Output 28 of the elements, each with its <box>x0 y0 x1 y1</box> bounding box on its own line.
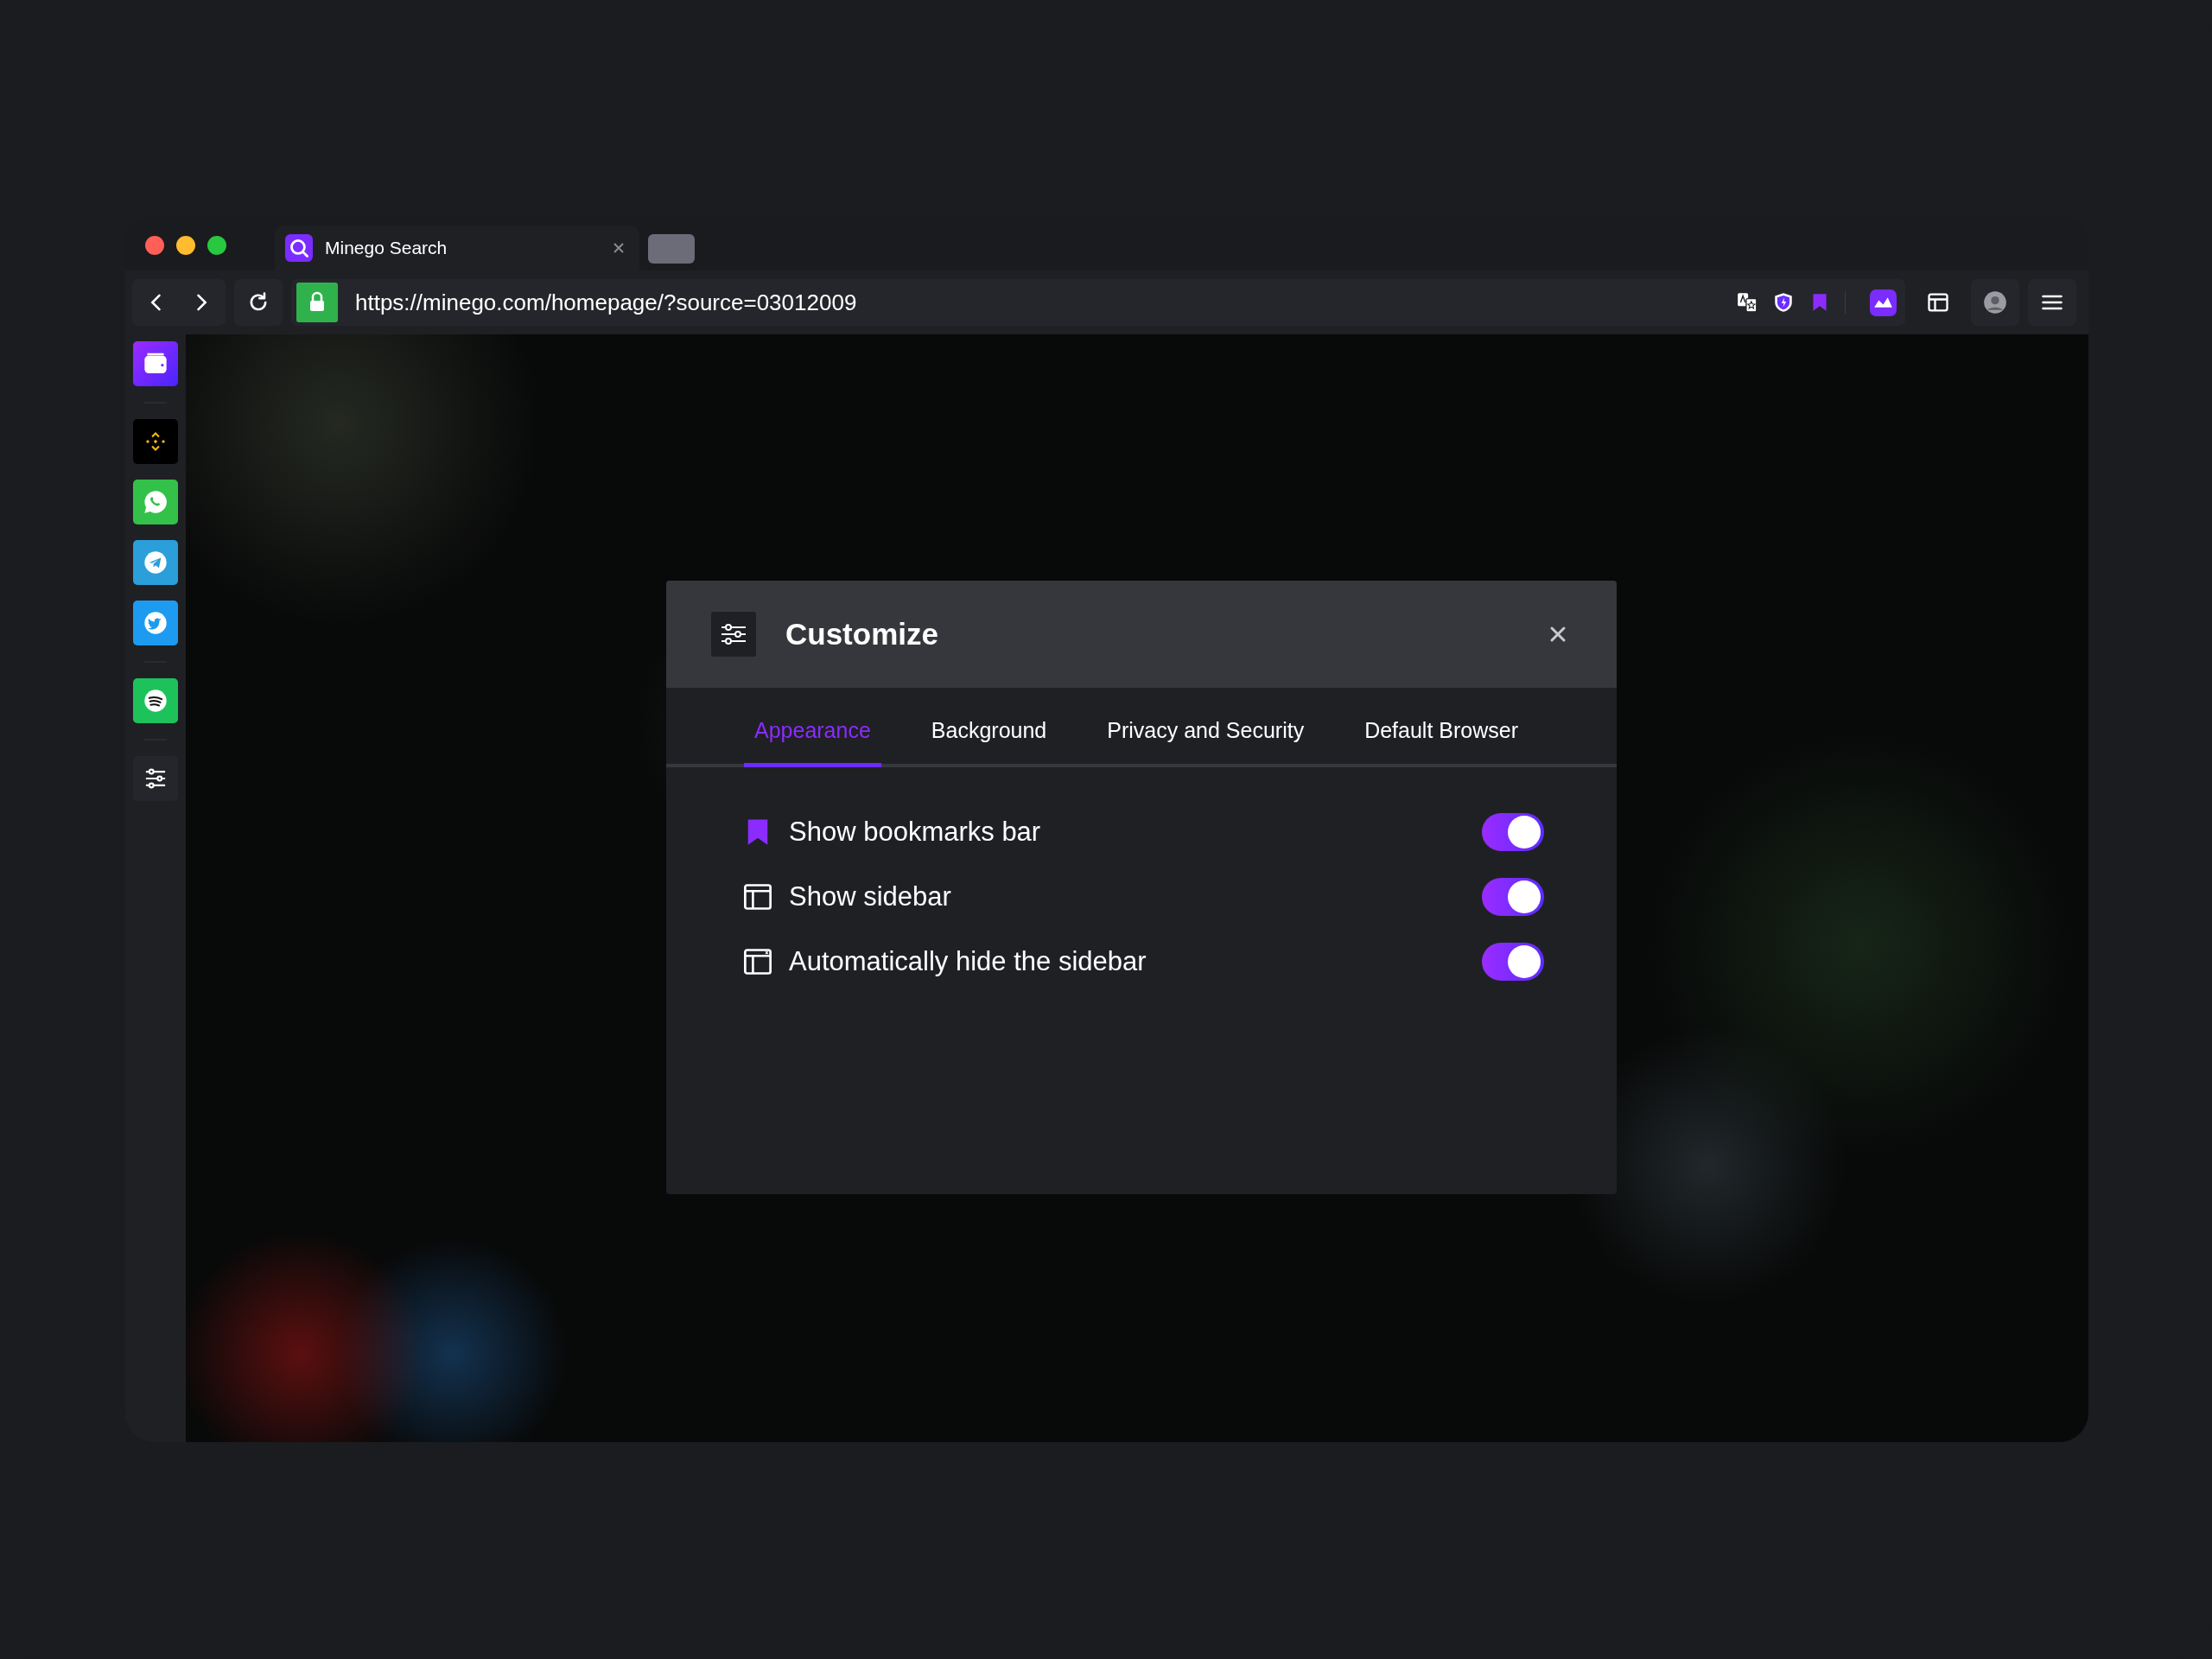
toggle-switch[interactable] <box>1482 878 1544 916</box>
settings-tab[interactable]: Default Browser <box>1354 688 1529 767</box>
toggle-switch[interactable] <box>1482 943 1544 981</box>
search-logo-icon <box>285 234 313 262</box>
setting-label: Show bookmarks bar <box>789 817 1042 848</box>
sliders-icon <box>711 612 756 657</box>
close-window-button[interactable] <box>145 236 164 255</box>
settings-tab[interactable]: Background <box>920 688 1058 767</box>
setting-label: Automatically hide the sidebar <box>789 946 1147 977</box>
translate-icon[interactable] <box>1736 291 1758 314</box>
sidebar-icon <box>742 946 773 977</box>
setting-label: Show sidebar <box>789 881 952 912</box>
toggle-switch[interactable] <box>1482 813 1544 851</box>
sidebar-app-button[interactable] <box>133 678 178 723</box>
address-bar[interactable]: https://minego.com/homepage/?source=03012009 <box>291 279 1905 326</box>
settings-tab[interactable]: Privacy and Security <box>1096 688 1315 767</box>
shield-icon[interactable] <box>1772 291 1795 314</box>
sidebar-settings-button[interactable] <box>133 756 178 801</box>
minimize-window-button[interactable] <box>176 236 195 255</box>
close-tab-icon[interactable] <box>612 241 626 255</box>
url-text: https://minego.com/homepage/?source=03012009 <box>355 289 858 316</box>
sidebar-app-button[interactable] <box>133 341 178 386</box>
lock-icon <box>296 283 338 322</box>
maximize-window-button[interactable] <box>207 236 226 255</box>
browser-tab[interactable]: Minego Search <box>275 226 639 270</box>
dialog-title: Customize <box>785 617 939 652</box>
tab-title: Minego Search <box>325 238 448 258</box>
sidebar-icon <box>742 881 773 912</box>
